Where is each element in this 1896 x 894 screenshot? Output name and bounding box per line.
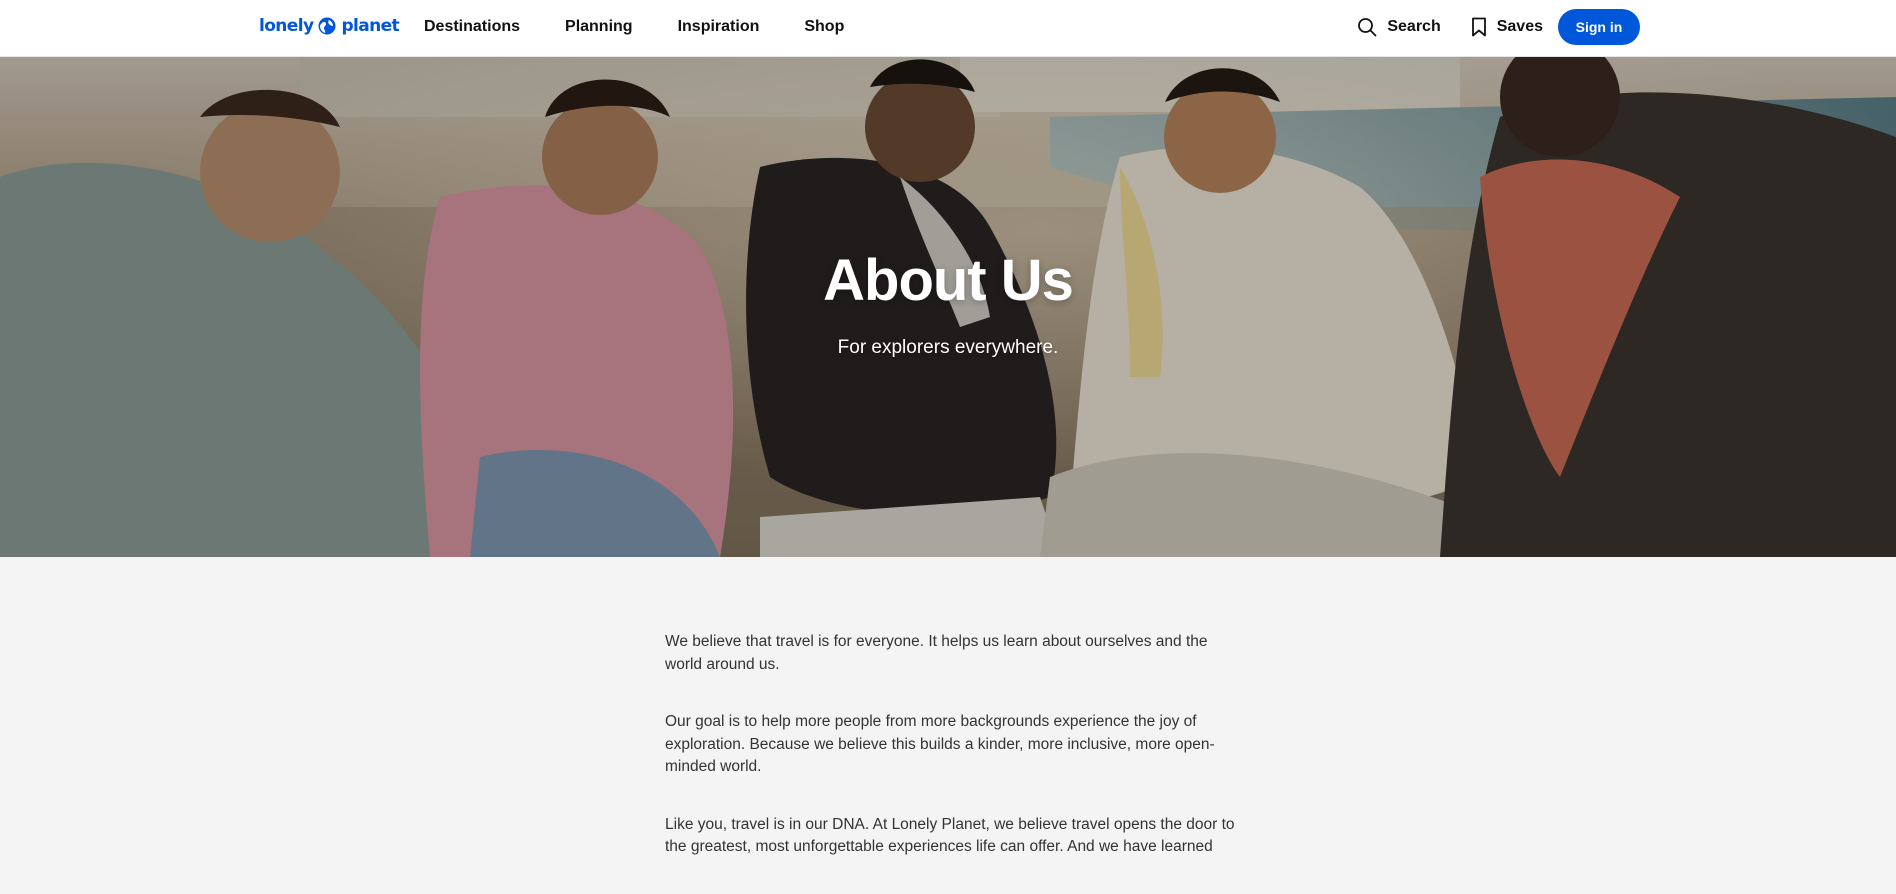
site-header: lonely planet Destinations Planning Insp… xyxy=(0,0,1896,57)
search-label: Search xyxy=(1387,18,1441,35)
about-content: We believe that travel is for everyone. … xyxy=(665,631,1235,894)
page-title: About Us xyxy=(823,248,1074,313)
paragraph: We believe that travel is for everyone. … xyxy=(665,633,1208,673)
main-nav: Destinations Planning Inspiration Shop xyxy=(424,0,844,54)
paragraph: Like you, travel is in our DNA. At Lonel… xyxy=(665,815,1235,856)
nav-planning[interactable]: Planning xyxy=(565,18,633,36)
nav-destinations[interactable]: Destinations xyxy=(424,18,520,36)
globe-icon xyxy=(318,17,336,35)
logo-text-left: lonely xyxy=(259,16,314,36)
sign-in-button[interactable]: Sign in xyxy=(1558,9,1640,45)
logo-text-right: planet xyxy=(341,16,400,36)
saves-label: Saves xyxy=(1496,18,1543,35)
nav-shop[interactable]: Shop xyxy=(804,18,844,36)
hero-banner: About Us For explorers everywhere. xyxy=(0,57,1896,557)
header-actions: Search Saves Sign in xyxy=(1357,0,1640,54)
search-button[interactable]: Search xyxy=(1357,17,1441,37)
paragraph: Our goal is to help more people from mor… xyxy=(665,713,1215,775)
nav-inspiration[interactable]: Inspiration xyxy=(678,18,760,36)
search-icon xyxy=(1358,18,1377,37)
page-subtitle: For explorers everywhere. xyxy=(837,337,1059,358)
saves-button[interactable]: Saves xyxy=(1471,17,1543,37)
bookmark-icon xyxy=(1471,17,1486,37)
lonely-planet-logo[interactable]: lonely planet xyxy=(259,15,400,37)
